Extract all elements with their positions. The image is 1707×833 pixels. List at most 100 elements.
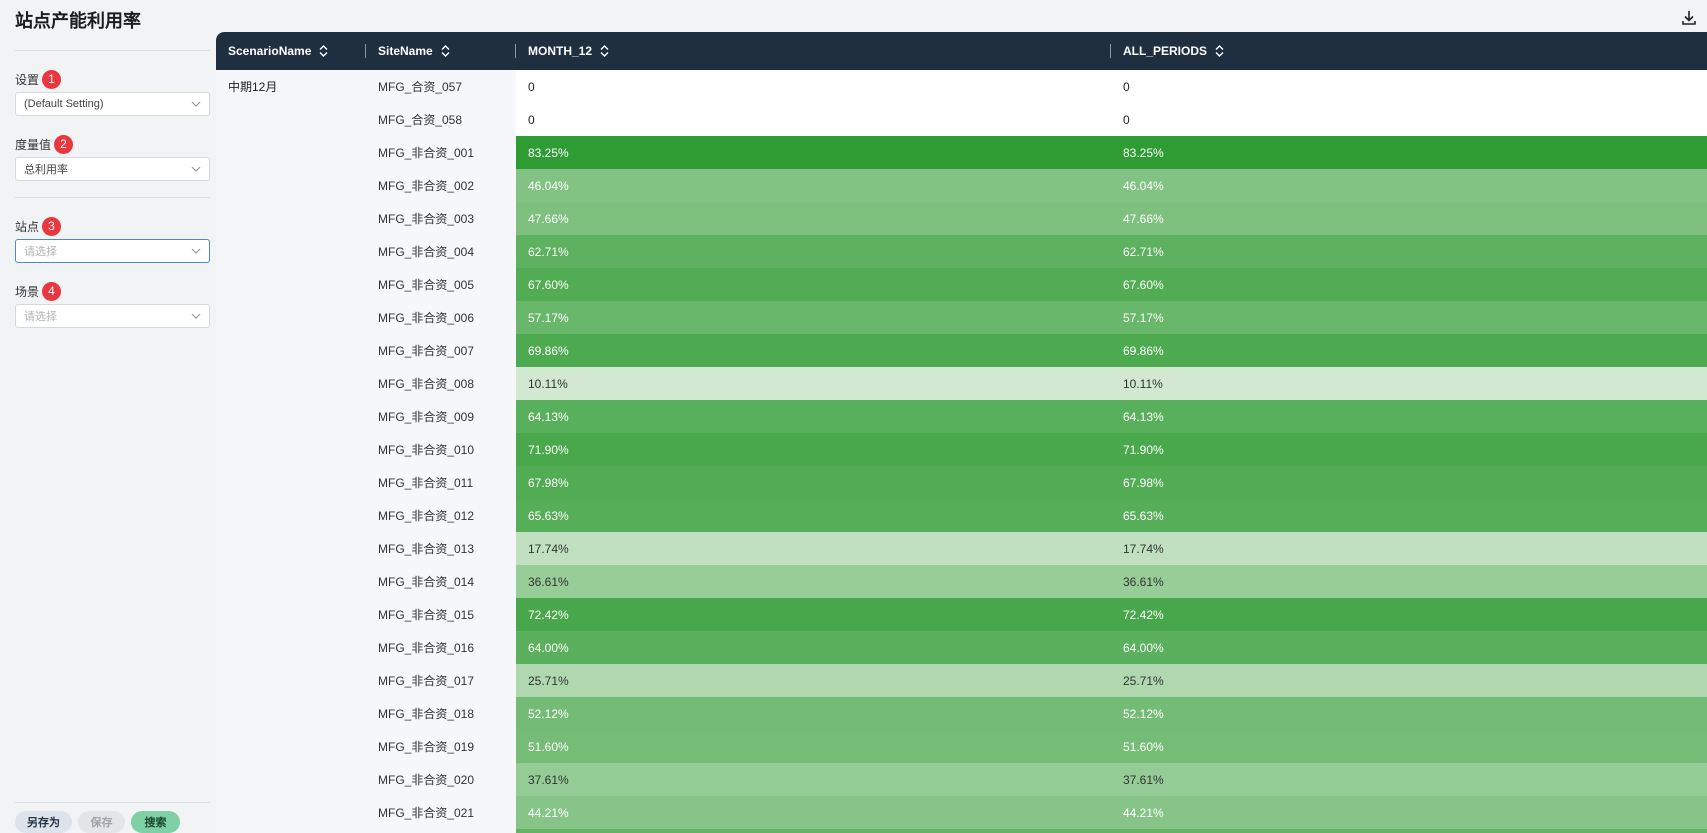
sort-icon[interactable]: [319, 45, 328, 57]
site-cell: MFG_非合资_002: [378, 179, 475, 193]
setting-select[interactable]: (Default Setting): [15, 92, 210, 116]
table-row[interactable]: MFG_非合资_011 67.98% 67.98%: [216, 466, 1707, 499]
scenario-cell: [216, 433, 366, 466]
step-badge-1: 1: [42, 69, 62, 89]
table-row[interactable]: MFG_非合资_021 44.21% 44.21%: [216, 796, 1707, 829]
site-cell: MFG_合资_057: [378, 80, 463, 94]
scenario-cell: [216, 466, 366, 499]
column-header-scenario[interactable]: ScenarioName: [216, 32, 366, 70]
all-periods-cell: 10.11%: [1111, 367, 1707, 400]
column-header-label: ALL_PERIODS: [1123, 44, 1208, 58]
sort-icon[interactable]: [600, 45, 609, 57]
measure-label: 度量值: [15, 137, 52, 152]
column-header-site[interactable]: SiteName: [366, 32, 516, 70]
scenario-cell: [216, 796, 366, 829]
chevron-down-icon: [191, 248, 201, 254]
site-cell: MFG_非合资_017: [378, 674, 475, 688]
site-select[interactable]: 请选择: [15, 239, 210, 263]
table-row[interactable]: MFG_非合资_013 17.74% 17.74%: [216, 532, 1707, 565]
table-row[interactable]: MFG_非合资_005 67.60% 67.60%: [216, 268, 1707, 301]
scenario-cell: [216, 499, 366, 532]
table-row[interactable]: MFG_非合资_008 10.11% 10.11%: [216, 367, 1707, 400]
all-periods-cell: 36.61%: [1111, 565, 1707, 598]
search-button[interactable]: 搜索: [131, 811, 180, 833]
month12-cell: 25.71%: [516, 664, 1111, 697]
sort-icon[interactable]: [1215, 45, 1224, 57]
download-icon[interactable]: [1681, 10, 1697, 26]
utilization-table: ScenarioName SiteName MONTH_12 ALL_PERIO…: [216, 32, 1707, 833]
table-row[interactable]: MFG_非合资_020 37.61% 37.61%: [216, 763, 1707, 796]
scenario-cell: [216, 235, 366, 268]
sort-icon[interactable]: [441, 45, 450, 57]
table-row[interactable]: 中期12月 MFG_合资_057 0 0: [216, 70, 1707, 103]
table-row[interactable]: MFG_非合资_019 51.60% 51.60%: [216, 730, 1707, 763]
table-row[interactable]: MFG_非合资_012 65.63% 65.63%: [216, 499, 1707, 532]
save-button[interactable]: 保存: [78, 811, 125, 833]
sidebar-divider-top: [15, 50, 210, 51]
site-cell: MFG_非合资_006: [378, 311, 475, 325]
table-row[interactable]: MFG_合资_058 0 0: [216, 103, 1707, 136]
month12-cell: 64.13%: [516, 400, 1111, 433]
month12-cell: 44.21%: [516, 796, 1111, 829]
page-title: 站点产能利用率: [15, 11, 141, 31]
table-row[interactable]: [216, 829, 1707, 833]
table-row[interactable]: MFG_非合资_015 72.42% 72.42%: [216, 598, 1707, 631]
all-periods-cell: 25.71%: [1111, 664, 1707, 697]
setting-label: 设置: [15, 72, 40, 87]
table-row[interactable]: MFG_非合资_016 64.00% 64.00%: [216, 631, 1707, 664]
month12-cell: 36.61%: [516, 565, 1111, 598]
measure-select[interactable]: 总利用率: [15, 157, 210, 181]
column-header-month12[interactable]: MONTH_12: [516, 32, 1111, 70]
setting-select-value: (Default Setting): [24, 98, 104, 110]
all-periods-cell: 57.17%: [1111, 301, 1707, 334]
table-row[interactable]: MFG_非合资_010 71.90% 71.90%: [216, 433, 1707, 466]
site-cell: MFG_非合资_012: [378, 509, 475, 523]
save-as-button[interactable]: 另存为: [15, 811, 72, 833]
site-cell: MFG_非合资_001: [378, 146, 475, 160]
table-row[interactable]: MFG_非合资_006 57.17% 57.17%: [216, 301, 1707, 334]
all-periods-cell: 46.04%: [1111, 169, 1707, 202]
column-header-label: ScenarioName: [228, 44, 312, 58]
table-row[interactable]: MFG_非合资_004 62.71% 62.71%: [216, 235, 1707, 268]
month12-cell: 47.66%: [516, 202, 1111, 235]
filter-sidebar: 设置 1 (Default Setting) 度量值 2 总利用率 站点 3 请…: [15, 50, 210, 833]
site-cell: MFG_非合资_003: [378, 212, 475, 226]
all-periods-cell: 64.00%: [1111, 631, 1707, 664]
table-row[interactable]: MFG_非合资_002 46.04% 46.04%: [216, 169, 1707, 202]
scenario-label: 场景: [15, 284, 40, 299]
table-row[interactable]: MFG_非合资_003 47.66% 47.66%: [216, 202, 1707, 235]
table-row[interactable]: MFG_非合资_017 25.71% 25.71%: [216, 664, 1707, 697]
site-cell: MFG_非合资_009: [378, 410, 475, 424]
table-row[interactable]: MFG_非合资_009 64.13% 64.13%: [216, 400, 1707, 433]
site-cell: MFG_非合资_019: [378, 740, 475, 754]
scenario-select[interactable]: 请选择: [15, 304, 210, 328]
scenario-cell: [216, 169, 366, 202]
scenario-cell: [216, 730, 366, 763]
site-select-placeholder: 请选择: [24, 246, 57, 258]
all-periods-cell: [1111, 829, 1707, 833]
column-header-label: MONTH_12: [528, 44, 593, 58]
scenario-cell: [216, 532, 366, 565]
site-cell: MFG_非合资_020: [378, 773, 475, 787]
scenario-cell: [216, 367, 366, 400]
table-row[interactable]: MFG_非合资_001 83.25% 83.25%: [216, 136, 1707, 169]
column-header-all-periods[interactable]: ALL_PERIODS: [1111, 32, 1707, 70]
scenario-select-placeholder: 请选择: [24, 311, 57, 323]
site-cell: MFG_非合资_015: [378, 608, 475, 622]
step-badge-3: 3: [42, 216, 62, 236]
scenario-cell: [216, 202, 366, 235]
table-row[interactable]: MFG_非合资_007 69.86% 69.86%: [216, 334, 1707, 367]
month12-cell: 0: [516, 70, 1111, 103]
site-cell: MFG_非合资_014: [378, 575, 475, 589]
month12-cell: 46.04%: [516, 169, 1111, 202]
scenario-cell: [216, 598, 366, 631]
month12-cell: 62.71%: [516, 235, 1111, 268]
table-row[interactable]: MFG_非合资_014 36.61% 36.61%: [216, 565, 1707, 598]
month12-cell: [516, 829, 1111, 833]
site-cell: MFG_非合资_013: [378, 542, 475, 556]
all-periods-cell: 51.60%: [1111, 730, 1707, 763]
all-periods-cell: 0: [1111, 70, 1707, 103]
step-badge-2: 2: [54, 134, 74, 154]
month12-cell: 71.90%: [516, 433, 1111, 466]
table-row[interactable]: MFG_非合资_018 52.12% 52.12%: [216, 697, 1707, 730]
